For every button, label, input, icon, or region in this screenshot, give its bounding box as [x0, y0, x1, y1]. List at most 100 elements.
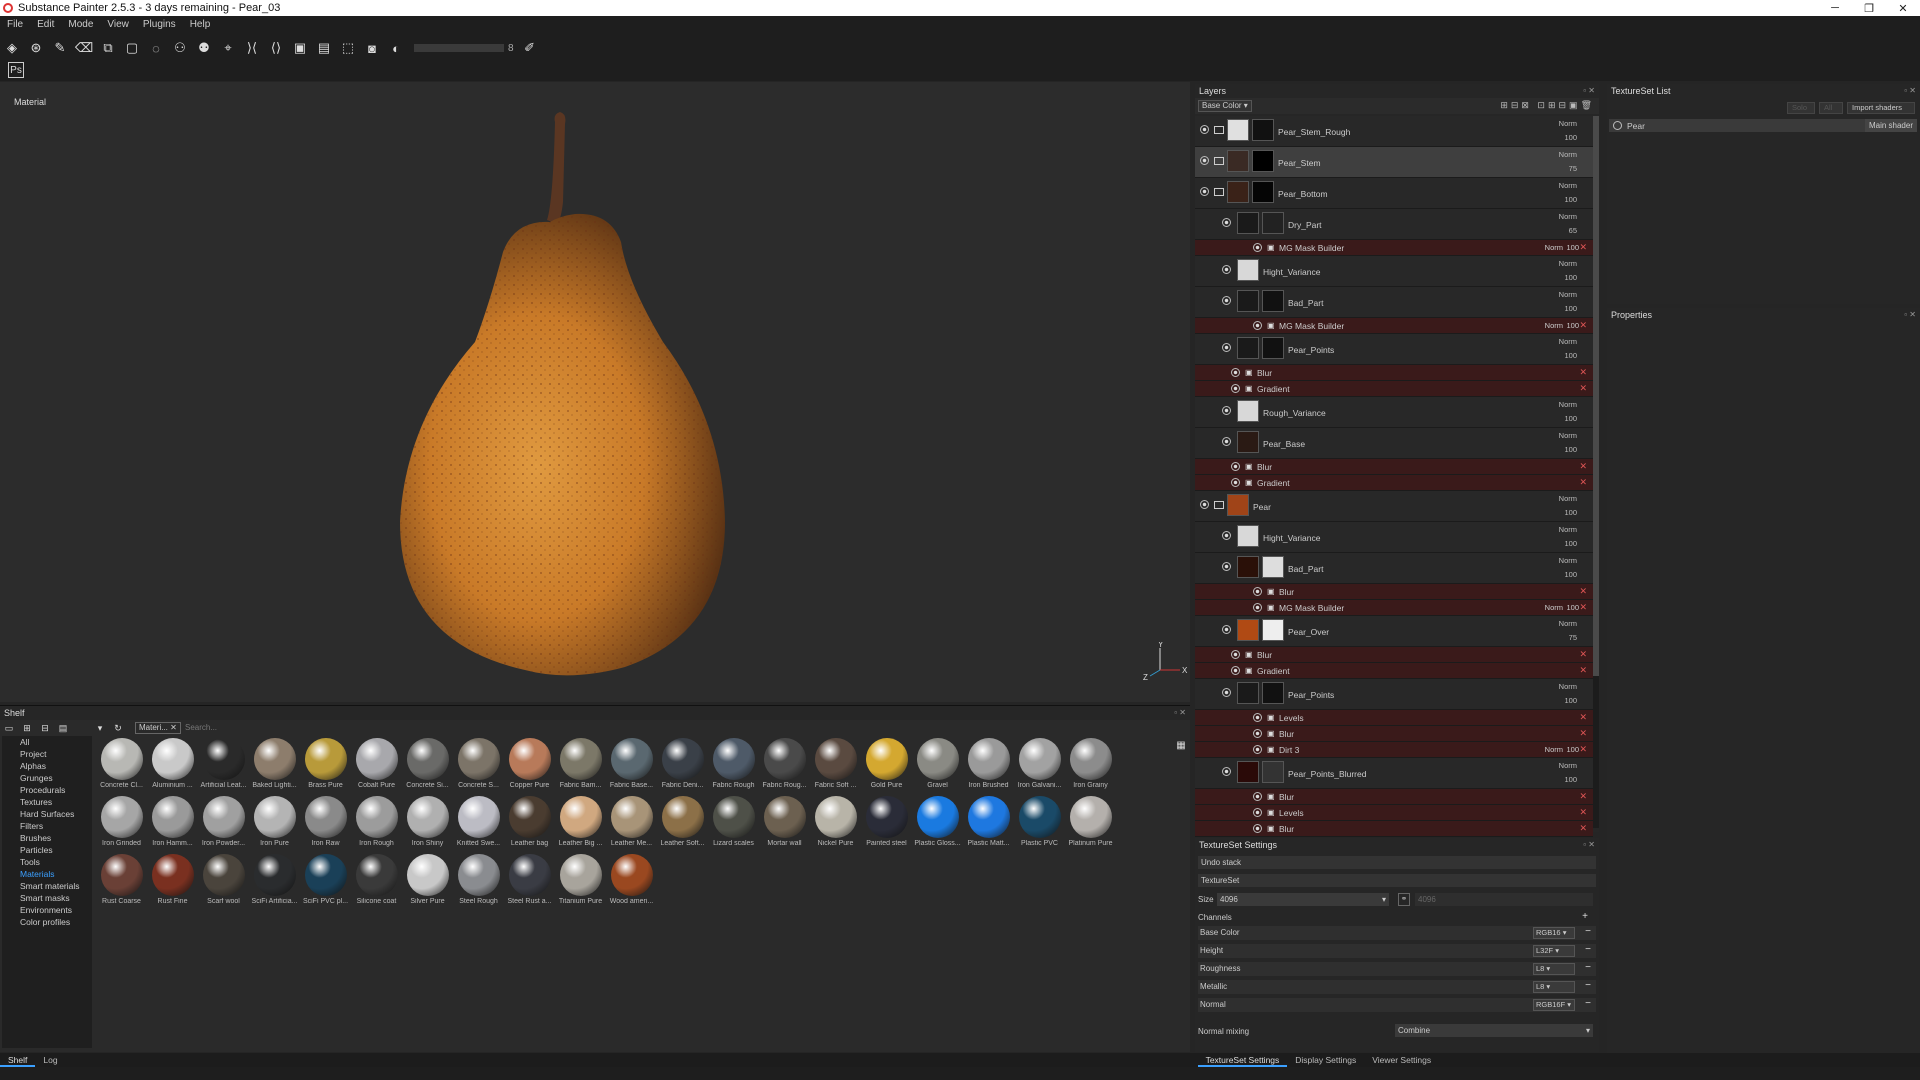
panel-pin-icon[interactable]: ▫ ✕	[1904, 86, 1916, 95]
folder-icon[interactable]	[1214, 126, 1224, 134]
remove-effect-icon[interactable]: ✕	[1579, 367, 1587, 378]
size-dropdown[interactable]: 4096 ▾	[1217, 893, 1389, 906]
brush-size-slider[interactable]	[414, 44, 504, 52]
layer-row[interactable]: Pear_Stem Norm 75	[1195, 147, 1593, 178]
material-tile[interactable]: Leather Soft...	[657, 796, 708, 854]
tab-viewer-settings[interactable]: Viewer Settings	[1364, 1053, 1439, 1067]
shelf-category-procedurals[interactable]: Procedurals	[2, 784, 92, 796]
menu-mode[interactable]: Mode	[61, 19, 100, 30]
material-tile[interactable]: Iron Shiny	[402, 796, 453, 854]
folder-icon[interactable]	[1214, 188, 1224, 196]
normal-mixing-dropdown[interactable]: Combine ▾	[1395, 1024, 1593, 1037]
layer-blend-mode[interactable]: Norm	[1559, 431, 1577, 440]
material-tile[interactable]: Aluminium ...	[147, 738, 198, 796]
material-tile[interactable]: Fabric Deni...	[657, 738, 708, 796]
visibility-eye-icon[interactable]	[1200, 500, 1209, 509]
remove-channel-button[interactable]: −	[1582, 927, 1594, 939]
panel-pin-icon[interactable]: ▫ ✕	[1583, 86, 1595, 95]
material-tile[interactable]: Nickel Pure	[810, 796, 861, 854]
layer-blend-mode[interactable]: Norm	[1559, 150, 1577, 159]
material-tile[interactable]: Iron Hamm...	[147, 796, 198, 854]
shelf-category-smart-masks[interactable]: Smart masks	[2, 892, 92, 904]
channel-format-dropdown[interactable]: L8 ▾	[1533, 963, 1575, 975]
effect-row[interactable]: ▣ Blur ✕	[1195, 789, 1593, 805]
folder-icon[interactable]	[1214, 157, 1224, 165]
layer-blend-mode[interactable]: Norm	[1559, 682, 1577, 691]
remove-effect-icon[interactable]: ✕	[1579, 807, 1587, 818]
textureset-item[interactable]: Pear Main shader	[1609, 119, 1917, 132]
screenshot-icon[interactable]: ◙	[363, 39, 381, 57]
shelf-category-smart-materials[interactable]: Smart materials	[2, 880, 92, 892]
shelf-category-tools[interactable]: Tools	[2, 856, 92, 868]
layer-opacity[interactable]: 100	[1564, 696, 1577, 705]
layer-row[interactable]: Pear_Points Norm 100	[1195, 334, 1593, 365]
remove-effect-icon[interactable]: ✕	[1579, 461, 1587, 472]
layer-blend-mode[interactable]: Norm	[1559, 259, 1577, 268]
visibility-eye-icon[interactable]	[1200, 125, 1209, 134]
material-tile[interactable]: Plastic PVC	[1014, 796, 1065, 854]
grid-view-icon[interactable]: ▦	[1175, 739, 1187, 751]
visibility-eye-icon[interactable]	[1222, 218, 1231, 227]
layer-opacity[interactable]: 100	[1564, 539, 1577, 548]
effect-row[interactable]: ▣ MG Mask Builder Norm 100 ✕	[1195, 318, 1593, 334]
visibility-eye-icon[interactable]	[1222, 625, 1231, 634]
effect-row[interactable]: ▣ Gradient ✕	[1195, 381, 1593, 397]
layer-actions[interactable]: ⊞⊟⊠ ⊡⊞⊟▣🗑	[1500, 100, 1595, 111]
channel-format-dropdown[interactable]: RGB16F ▾	[1533, 999, 1575, 1011]
material-tile[interactable]: Plastic Gloss...	[912, 796, 963, 854]
minimize-button[interactable]: ─	[1818, 0, 1852, 16]
material-tile[interactable]: Steel Rough	[453, 854, 504, 912]
cube-icon[interactable]: ⬚	[339, 39, 357, 57]
material-tile[interactable]: SciFi PVC pl...	[300, 854, 351, 912]
material-tile[interactable]: Painted steel	[861, 796, 912, 854]
material-tile[interactable]: Iron Grinded	[96, 796, 147, 854]
material-tile[interactable]: Artificial Leat...	[198, 738, 249, 796]
visibility-eye-icon[interactable]	[1231, 666, 1240, 675]
camera-icon[interactable]: ▣	[291, 39, 309, 57]
visibility-eye-icon[interactable]	[1222, 767, 1231, 776]
material-tile[interactable]: Rust Coarse	[96, 854, 147, 912]
material-tile[interactable]: Fabric Rough	[708, 738, 759, 796]
remove-effect-icon[interactable]: ✕	[1579, 383, 1587, 394]
material-tile[interactable]: Lizard scales	[708, 796, 759, 854]
effect-row[interactable]: ▣ Levels ✕	[1195, 805, 1593, 821]
shelf-search-input[interactable]: Search...	[185, 723, 217, 732]
material-tile[interactable]: Platinum Pure	[1065, 796, 1116, 854]
layer-opacity[interactable]: 100	[1564, 273, 1577, 282]
material-tile[interactable]: Cobalt Pure	[351, 738, 402, 796]
visibility-eye-icon[interactable]	[1222, 562, 1231, 571]
layer-opacity[interactable]: 100	[1564, 445, 1577, 454]
photoshop-export-icon[interactable]: Ps	[8, 62, 24, 78]
effect-row[interactable]: ▣ Blur ✕	[1195, 647, 1593, 663]
menu-edit[interactable]: Edit	[30, 19, 61, 30]
3d-viewport[interactable]: Material Y X Z	[0, 82, 1190, 702]
visibility-eye-icon[interactable]	[1253, 745, 1262, 754]
panel-pin-icon[interactable]: ▫ ✕	[1904, 310, 1916, 319]
material-picker-icon[interactable]: ⚉	[195, 39, 213, 57]
layer-row[interactable]: Pear Norm 100	[1195, 491, 1593, 522]
link-icon[interactable]: ⚭	[1398, 893, 1410, 906]
color-picker-icon[interactable]: ⌖	[219, 39, 237, 57]
layer-blend-mode[interactable]: Norm	[1559, 119, 1577, 128]
layer-blend-mode[interactable]: Norm	[1559, 494, 1577, 503]
panel-pin-icon[interactable]: ▫ ✕	[1583, 840, 1595, 849]
layer-row[interactable]: Bad_Part Norm 100	[1195, 553, 1593, 584]
material-tile[interactable]: Plastic Matt...	[963, 796, 1014, 854]
visibility-eye-icon[interactable]	[1231, 368, 1240, 377]
channel-format-dropdown[interactable]: L32F ▾	[1533, 945, 1575, 957]
material-tile[interactable]: Knitted Swe...	[453, 796, 504, 854]
menu-plugins[interactable]: Plugins	[136, 19, 183, 30]
shelf-category-filters[interactable]: Filters	[2, 820, 92, 832]
material-tile[interactable]: Iron Raw	[300, 796, 351, 854]
remove-effect-icon[interactable]: ✕	[1579, 602, 1587, 613]
visibility-eye-icon[interactable]	[1222, 296, 1231, 305]
material-tile[interactable]: Steel Rust a...	[504, 854, 555, 912]
remove-effect-icon[interactable]: ✕	[1579, 242, 1587, 253]
layer-row[interactable]: Hight_Variance Norm 100	[1195, 256, 1593, 287]
layer-row[interactable]: Pear_Base Norm 100	[1195, 428, 1593, 459]
visibility-eye-icon[interactable]	[1231, 650, 1240, 659]
effect-opacity[interactable]: 100	[1566, 321, 1579, 330]
effect-row[interactable]: ▣ Levels ✕	[1195, 710, 1593, 726]
layer-row[interactable]: Pear_Bottom Norm 100	[1195, 178, 1593, 209]
textureset-section[interactable]: TextureSet	[1198, 874, 1596, 887]
